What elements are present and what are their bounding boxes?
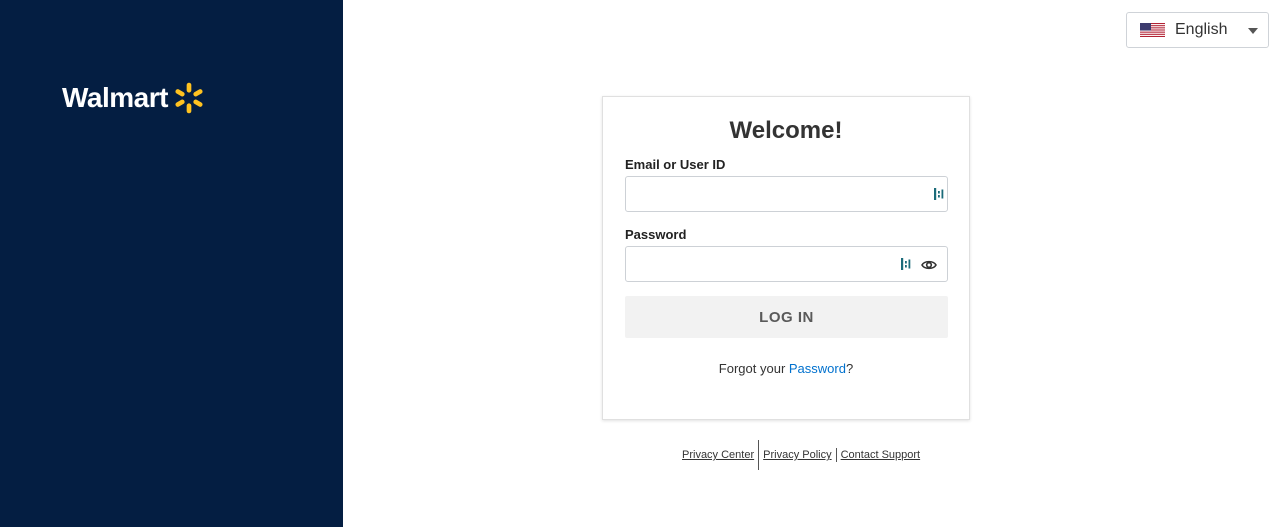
language-label: English	[1175, 21, 1228, 38]
chevron-down-icon	[1248, 28, 1258, 34]
privacy-center-link[interactable]: Privacy Center	[682, 449, 754, 461]
language-select[interactable]: English	[1126, 12, 1269, 48]
forgot-password-text: Forgot your Password?	[603, 361, 969, 376]
eye-icon[interactable]	[921, 258, 937, 272]
email-label: Email or User ID	[625, 157, 726, 172]
forgot-suffix: ?	[845, 361, 854, 376]
email-field[interactable]	[625, 176, 948, 212]
footer-links: Privacy Center Privacy Policy Contact Su…	[682, 440, 920, 470]
forgot-prefix: Forgot your	[718, 361, 789, 376]
page-title: Welcome!	[729, 117, 843, 144]
privacy-policy-link[interactable]: Privacy Policy	[763, 449, 831, 461]
walmart-logo: Walmart	[62, 79, 207, 117]
login-button[interactable]: LOG IN	[625, 296, 948, 338]
contact-support-link[interactable]: Contact Support	[841, 449, 921, 461]
brand-panel: Walmart	[0, 0, 343, 527]
forgot-password-link[interactable]: Password	[789, 361, 846, 376]
password-manager-icon[interactable]	[933, 187, 945, 201]
us-flag-icon	[1140, 23, 1165, 37]
divider	[758, 440, 760, 470]
logo-wordmark: Walmart	[62, 82, 168, 113]
login-card: Welcome! Email or User ID Password LOG I…	[602, 96, 970, 420]
login-page: Walmart English Welcome! Email or User I…	[0, 0, 1280, 527]
divider	[835, 448, 837, 462]
password-manager-icon[interactable]	[900, 257, 912, 271]
password-label: Password	[625, 227, 687, 242]
spark-icon	[175, 82, 203, 114]
